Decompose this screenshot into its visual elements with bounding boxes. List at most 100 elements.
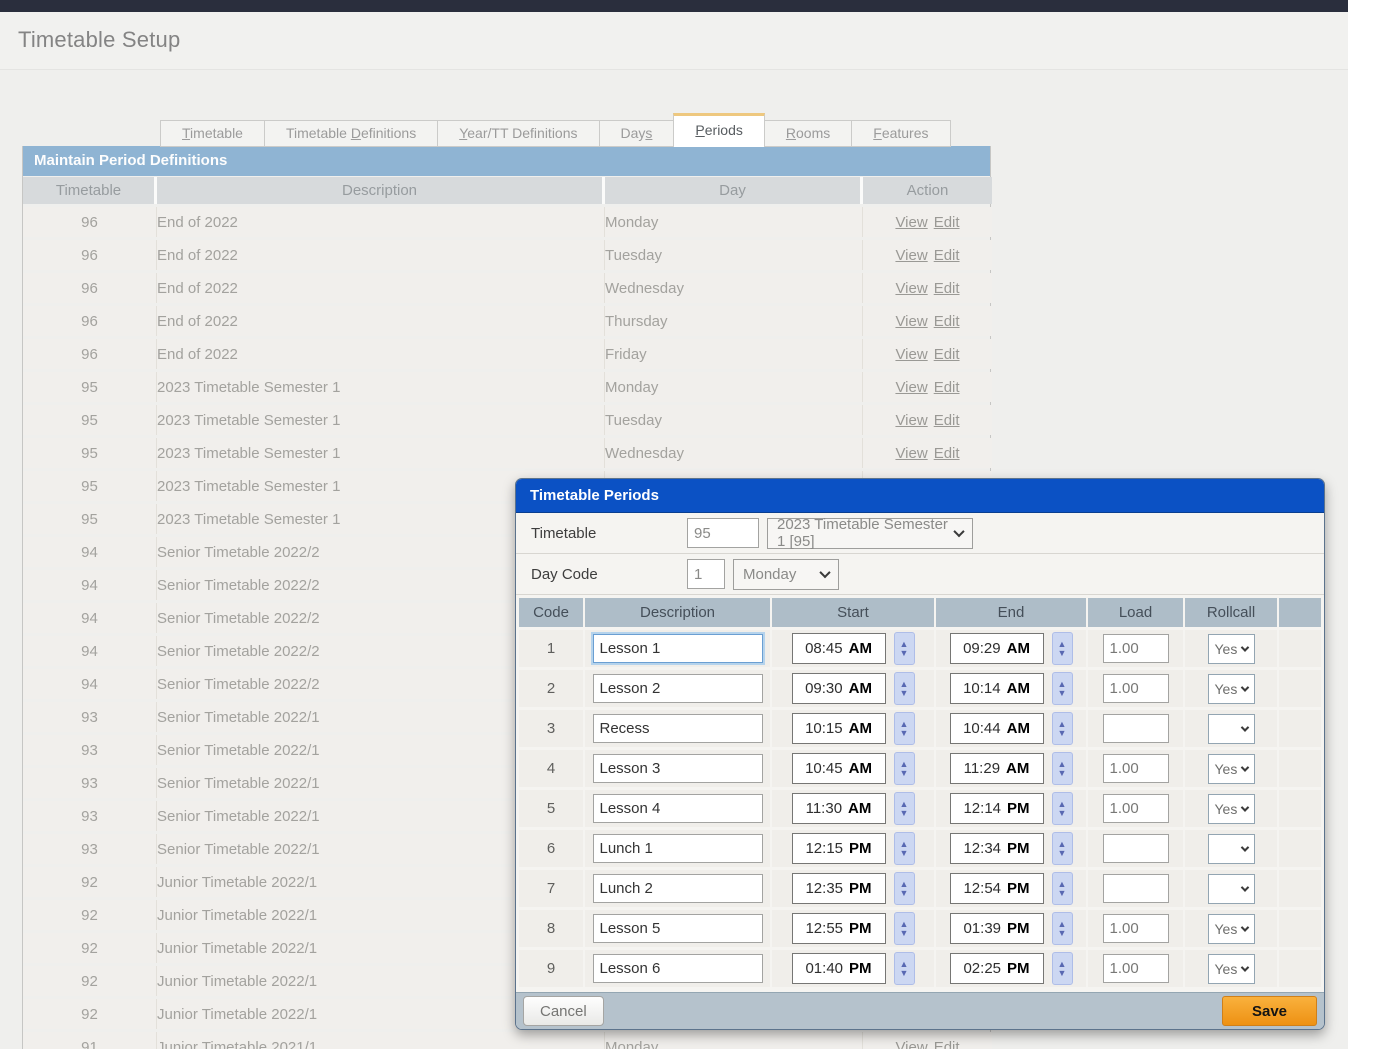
period-end-input[interactable]: 12:14PM [950,793,1044,824]
tab-timetable[interactable]: Timetable [160,120,265,147]
period-load-input[interactable]: 1.00 [1103,914,1169,943]
spin-down-icon[interactable]: ▼ [900,929,909,938]
period-rollcall-select[interactable] [1208,874,1255,904]
period-load-input[interactable]: 1.00 [1103,794,1169,823]
period-description-input[interactable]: Lesson 2 [593,674,763,703]
period-load-input[interactable] [1103,714,1169,743]
spin-down-icon[interactable]: ▼ [900,849,909,858]
period-rollcall-select[interactable]: Yes [1208,794,1255,824]
edit-link[interactable]: Edit [934,313,960,330]
spin-down-icon[interactable]: ▼ [1058,729,1067,738]
spin-down-icon[interactable]: ▼ [900,809,909,818]
view-link[interactable]: View [895,214,927,231]
edit-link[interactable]: Edit [934,379,960,396]
period-end-stepper[interactable]: ▲▼ [1052,912,1073,945]
view-link[interactable]: View [895,412,927,429]
period-end-input[interactable]: 09:29AM [950,633,1044,664]
edit-link[interactable]: Edit [934,247,960,264]
period-start-stepper[interactable]: ▲▼ [894,632,915,665]
period-end-input[interactable]: 12:34PM [950,833,1044,864]
period-start-stepper[interactable]: ▲▼ [894,832,915,865]
save-button[interactable]: Save [1222,996,1317,1026]
spin-down-icon[interactable]: ▼ [900,769,909,778]
period-start-stepper[interactable]: ▲▼ [894,872,915,905]
edit-link[interactable]: Edit [934,1039,960,1049]
period-description-input[interactable]: Lesson 4 [593,794,763,823]
period-rollcall-select[interactable]: Yes [1208,674,1255,704]
period-start-stepper[interactable]: ▲▼ [894,912,915,945]
tab-rooms[interactable]: Rooms [764,120,852,147]
period-rollcall-select[interactable]: Yes [1208,914,1255,944]
spin-down-icon[interactable]: ▼ [1058,849,1067,858]
period-start-stepper[interactable]: ▲▼ [894,752,915,785]
period-start-stepper[interactable]: ▲▼ [894,672,915,705]
period-load-input[interactable]: 1.00 [1103,674,1169,703]
period-end-stepper[interactable]: ▲▼ [1052,952,1073,985]
period-load-input[interactable]: 1.00 [1103,634,1169,663]
period-description-input[interactable]: Lunch 2 [593,874,763,903]
day-code-input[interactable]: 1 [687,559,725,589]
spin-down-icon[interactable]: ▼ [900,889,909,898]
period-load-input[interactable]: 1.00 [1103,754,1169,783]
view-link[interactable]: View [895,1039,927,1049]
period-end-input[interactable]: 10:14AM [950,673,1044,704]
edit-link[interactable]: Edit [934,280,960,297]
cancel-button[interactable]: Cancel [523,996,604,1026]
period-description-input[interactable]: Lesson 5 [593,914,763,943]
period-start-input[interactable]: 01:40PM [792,953,886,984]
spin-down-icon[interactable]: ▼ [1058,689,1067,698]
tab-timetable-definitions[interactable]: Timetable Definitions [264,120,438,147]
day-select[interactable]: Monday [733,559,839,590]
spin-down-icon[interactable]: ▼ [1058,929,1067,938]
period-rollcall-select[interactable]: Yes [1208,634,1255,664]
edit-link[interactable]: Edit [934,346,960,363]
period-start-input[interactable]: 08:45AM [792,633,886,664]
view-link[interactable]: View [895,313,927,330]
edit-link[interactable]: Edit [934,214,960,231]
timetable-code-input[interactable]: 95 [687,518,759,548]
period-end-stepper[interactable]: ▲▼ [1052,872,1073,905]
period-start-input[interactable]: 12:15PM [792,833,886,864]
period-end-input[interactable]: 02:25PM [950,953,1044,984]
period-end-stepper[interactable]: ▲▼ [1052,792,1073,825]
period-description-input[interactable]: Lesson 3 [593,754,763,783]
view-link[interactable]: View [895,445,927,462]
period-rollcall-select[interactable] [1208,714,1255,744]
spin-down-icon[interactable]: ▼ [900,729,909,738]
view-link[interactable]: View [895,280,927,297]
period-end-stepper[interactable]: ▲▼ [1052,752,1073,785]
tab-days[interactable]: Days [599,120,675,147]
period-start-stepper[interactable]: ▲▼ [894,952,915,985]
period-end-input[interactable]: 01:39PM [950,913,1044,944]
period-end-input[interactable]: 10:44AM [950,713,1044,744]
period-start-input[interactable]: 12:55PM [792,913,886,944]
spin-down-icon[interactable]: ▼ [900,649,909,658]
period-start-input[interactable]: 10:15AM [792,713,886,744]
spin-down-icon[interactable]: ▼ [1058,889,1067,898]
view-link[interactable]: View [895,346,927,363]
period-end-stepper[interactable]: ▲▼ [1052,712,1073,745]
spin-down-icon[interactable]: ▼ [1058,649,1067,658]
period-start-input[interactable]: 09:30AM [792,673,886,704]
period-end-stepper[interactable]: ▲▼ [1052,632,1073,665]
period-end-input[interactable]: 12:54PM [950,873,1044,904]
period-description-input[interactable]: Lunch 1 [593,834,763,863]
spin-down-icon[interactable]: ▼ [1058,969,1067,978]
spin-down-icon[interactable]: ▼ [1058,769,1067,778]
period-load-input[interactable] [1103,834,1169,863]
period-start-input[interactable]: 11:30AM [792,793,886,824]
period-end-stepper[interactable]: ▲▼ [1052,672,1073,705]
view-link[interactable]: View [895,247,927,264]
tab-features[interactable]: Features [851,120,950,147]
period-end-input[interactable]: 11:29AM [950,753,1044,784]
period-start-stepper[interactable]: ▲▼ [894,792,915,825]
view-link[interactable]: View [895,379,927,396]
period-load-input[interactable]: 1.00 [1103,954,1169,983]
spin-down-icon[interactable]: ▼ [1058,809,1067,818]
period-rollcall-select[interactable]: Yes [1208,954,1255,984]
spin-down-icon[interactable]: ▼ [900,969,909,978]
tab-periods[interactable]: Periods [673,113,764,147]
period-rollcall-select[interactable]: Yes [1208,754,1255,784]
period-start-stepper[interactable]: ▲▼ [894,712,915,745]
period-description-input[interactable]: Lesson 6 [593,954,763,983]
